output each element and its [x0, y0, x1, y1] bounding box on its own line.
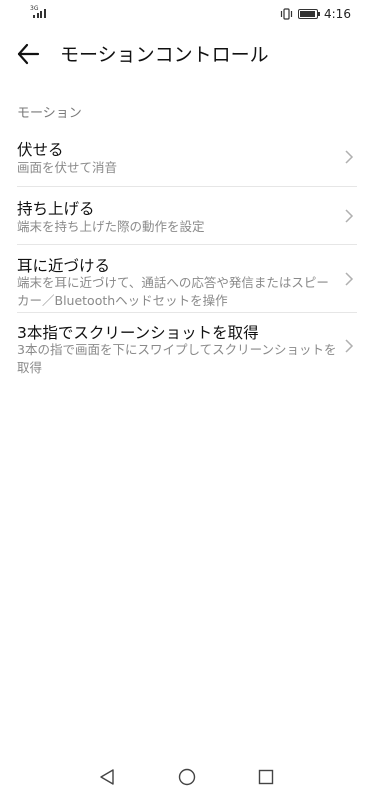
item-title: 耳に近づける — [17, 257, 111, 275]
chevron-right-icon — [345, 150, 354, 164]
item-title: 伏せる — [17, 141, 64, 159]
chevron-right-icon — [345, 339, 354, 353]
list-item-face-down[interactable]: 伏せる 画面を伏せて消音 — [0, 136, 374, 186]
list-item-pick-up[interactable]: 持ち上げる 端末を持ち上げた際の動作を設定 — [0, 195, 374, 245]
battery-icon — [298, 9, 320, 19]
status-bar: 3G 4:16 — [0, 0, 374, 28]
item-subtitle: 3本の指で画面を下にスワイプしてスクリーンショットを取得 — [17, 342, 337, 375]
chevron-right-icon — [345, 209, 354, 223]
item-title: 3本指でスクリーンショットを取得 — [17, 324, 259, 342]
signal-icon — [33, 9, 46, 18]
item-subtitle: 画面を伏せて消音 — [17, 160, 118, 175]
chevron-right-icon — [345, 272, 354, 286]
item-subtitle: 端末を耳に近づけて、通話への応答や発信またはスピーカー／Bluetoothヘッド… — [17, 275, 329, 308]
navigation-bar — [0, 756, 374, 800]
status-time: 4:16 — [324, 7, 351, 21]
arrow-left-icon[interactable] — [14, 40, 42, 68]
triangle-back-icon[interactable] — [98, 768, 116, 786]
page-title: モーションコントロール — [60, 44, 269, 66]
list-item-raise-to-ear[interactable]: 耳に近づける 端末を耳に近づけて、通話への応答や発信またはスピーカー／Bluet… — [0, 252, 374, 312]
vibrate-icon — [280, 8, 293, 20]
circle-home-icon[interactable] — [178, 768, 196, 786]
item-title: 持ち上げる — [17, 200, 95, 218]
list-item-three-finger-screenshot[interactable]: 3本指でスクリーンショットを取得 3本の指で画面を下にスワイプしてスクリーンショ… — [0, 319, 374, 379]
item-subtitle: 端末を持ち上げた際の動作を設定 — [17, 219, 205, 234]
divider — [17, 312, 357, 313]
app-bar: モーションコントロール — [0, 28, 374, 80]
divider — [17, 186, 357, 187]
section-label: モーション — [17, 106, 82, 121]
divider — [17, 244, 357, 245]
square-recents-icon[interactable] — [258, 769, 274, 785]
